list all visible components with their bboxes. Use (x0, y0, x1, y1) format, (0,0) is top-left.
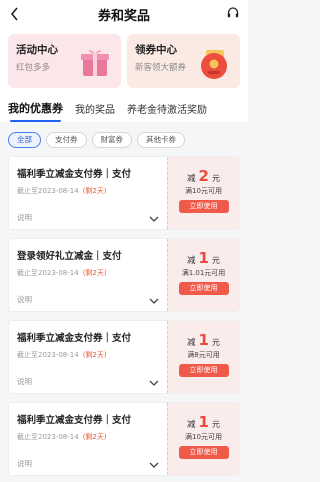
coupon-card: 登录领好礼立减金｜支付 截止至2023-08-14 (剩2天) 说明 减 1 元 … (8, 238, 240, 312)
coupon-amount-line: 减 1 元 (168, 249, 239, 267)
coupon-unit: 元 (211, 174, 220, 183)
filter-chips: 全部 支付券 财富券 其他卡券 (0, 122, 248, 156)
coupon-condition: 满10元可用 (185, 433, 222, 441)
coupon-info: 福利季立减金支付券｜支付 截止至2023-08-14 (剩2天) 说明 (9, 157, 167, 229)
coupon-days-left: (剩2天) (82, 351, 107, 359)
coupon-days-left: (剩2天) (82, 433, 107, 441)
filter-chip-all[interactable]: 全部 (8, 132, 41, 148)
tab-bar: 我的优惠券 我的奖品 养老金待激活奖励 (0, 88, 248, 122)
coupon-expiry: 截止至2023-08-14 (剩2天) (17, 432, 159, 442)
coupon-value-panel: 减 1 元 满8元可用 立即使用 (167, 321, 239, 393)
coupon-amount-line: 减 2 元 (168, 167, 239, 185)
coupon-explain-link[interactable]: 说明 (17, 376, 32, 387)
use-now-button[interactable]: 立即使用 (178, 282, 229, 295)
chevron-down-icon[interactable] (149, 215, 159, 223)
coupon-info: 福利季立减金支付券｜支付 截止至2023-08-14 (剩2天) 说明 (9, 403, 167, 475)
chevron-down-icon[interactable] (149, 297, 159, 305)
headset-icon[interactable] (226, 6, 240, 20)
coupon-expiry-date: 截止至2023-08-14 (17, 187, 79, 195)
coupon-info: 福利季立减金支付券｜支付 截止至2023-08-14 (剩2天) 说明 (9, 321, 167, 393)
back-chevron-icon[interactable] (8, 5, 22, 23)
tab-my-prizes[interactable]: 我的奖品 (75, 101, 115, 122)
filter-chip-payment[interactable]: 支付券 (46, 132, 87, 148)
tab-pension-rewards[interactable]: 养老金待激活奖励 (127, 101, 207, 122)
coupon-amount-line: 减 1 元 (168, 413, 239, 431)
use-now-button[interactable]: 立即使用 (178, 364, 229, 377)
coupon-list: 福利季立减金支付券｜支付 截止至2023-08-14 (剩2天) 说明 减 2 元… (0, 156, 248, 476)
coupon-condition: 满1.01元可用 (181, 269, 226, 277)
coupon-amount-line: 减 1 元 (168, 331, 239, 349)
coupon-unit: 元 (211, 256, 220, 265)
activity-center-card[interactable]: 活动中心 红包多多 (8, 34, 121, 88)
coupon-expiry: 截止至2023-08-14 (剩2天) (17, 186, 159, 196)
coupon-explain-link[interactable]: 说明 (17, 458, 32, 469)
coupon-name: 福利季立减金支付券｜支付 (17, 333, 132, 344)
coupon-card: 福利季立减金支付券｜支付 截止至2023-08-14 (剩2天) 说明 减 1 元… (8, 320, 240, 394)
top-nav-bar: 券和奖品 (0, 0, 248, 28)
coupon-expiry-date: 截止至2023-08-14 (17, 351, 79, 359)
coupon-condition: 满8元可用 (187, 351, 220, 359)
coupon-card: 福利季立减金支付券｜支付 截止至2023-08-14 (剩2天) 说明 减 1 元… (8, 402, 240, 476)
promo-row: 活动中心 红包多多 领券中心 新客领大额券 (0, 28, 248, 88)
coupon-value-panel: 减 1 元 满10元可用 立即使用 (167, 403, 239, 475)
coupon-days-left: (剩2天) (82, 269, 107, 277)
chevron-down-icon[interactable] (149, 379, 159, 387)
coupon-name: 登录领好礼立减金｜支付 (17, 251, 122, 262)
coupon-amount: 2 (198, 167, 209, 185)
coupon-expiry-date: 截止至2023-08-14 (17, 269, 79, 277)
coupon-prefix: 减 (187, 256, 196, 266)
use-now-button[interactable]: 立即使用 (178, 200, 229, 213)
coupon-condition: 满10元可用 (185, 187, 222, 195)
coupon-value-panel: 减 2 元 满10元可用 立即使用 (167, 157, 239, 229)
page-title: 券和奖品 (97, 8, 150, 24)
filter-chip-wealth[interactable]: 财富券 (91, 132, 132, 148)
gift-box-icon (81, 49, 109, 76)
coupon-center-card[interactable]: 领券中心 新客领大额券 (127, 34, 240, 88)
coupon-explain-link[interactable]: 说明 (17, 212, 32, 223)
coupon-unit: 元 (211, 338, 220, 347)
coupon-expiry-date: 截止至2023-08-14 (17, 433, 79, 441)
coupon-prefix: 减 (187, 338, 196, 348)
chevron-down-icon[interactable] (149, 461, 159, 469)
filter-chip-other[interactable]: 其他卡券 (137, 132, 185, 148)
coupon-days-left: (剩2天) (82, 187, 107, 195)
coupon-value-panel: 减 1 元 满1.01元可用 立即使用 (167, 239, 239, 311)
coupon-info: 登录领好礼立减金｜支付 截止至2023-08-14 (剩2天) 说明 (9, 239, 167, 311)
coupon-card: 福利季立减金支付券｜支付 截止至2023-08-14 (剩2天) 说明 减 2 元… (8, 156, 240, 230)
coupon-expiry: 截止至2023-08-14 (剩2天) (17, 268, 159, 278)
use-now-button[interactable]: 立即使用 (178, 446, 229, 459)
tab-my-coupons[interactable]: 我的优惠券 (8, 100, 63, 122)
coupon-name: 福利季立减金支付券｜支付 (17, 169, 132, 180)
coupon-name: 福利季立减金支付券｜支付 (17, 415, 132, 426)
coupon-unit: 元 (211, 420, 220, 429)
red-envelope-icon (201, 50, 227, 79)
coupon-expiry: 截止至2023-08-14 (剩2天) (17, 350, 159, 360)
coupon-amount: 1 (198, 331, 209, 349)
coupon-amount: 1 (198, 413, 209, 431)
coupon-prefix: 减 (187, 174, 196, 184)
coupon-prefix: 减 (187, 420, 196, 430)
coupon-amount: 1 (198, 249, 209, 267)
coupon-explain-link[interactable]: 说明 (17, 294, 32, 305)
